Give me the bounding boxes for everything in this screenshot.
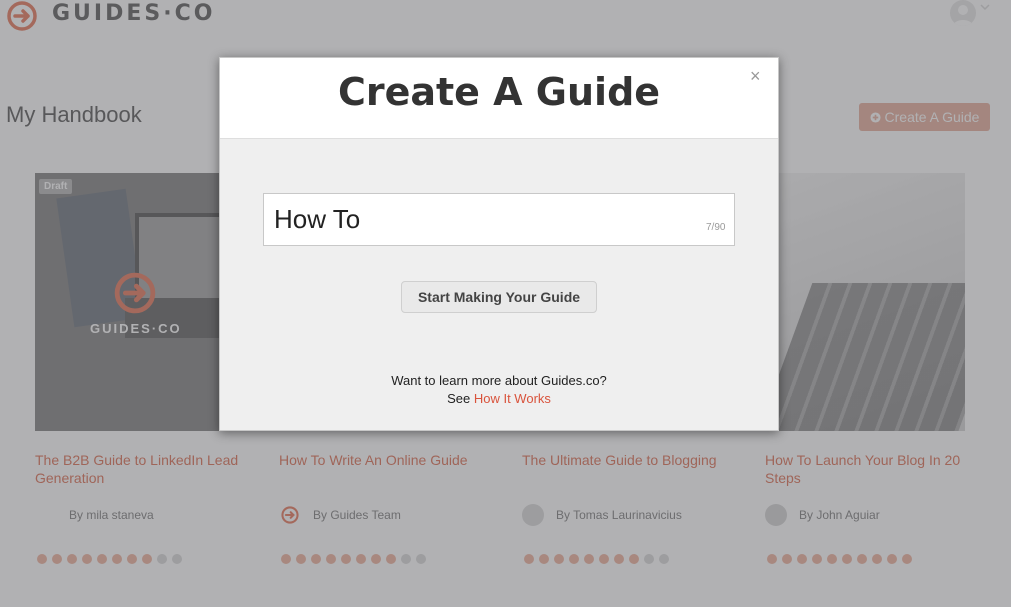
learn-more-text: Want to learn more about Guides.co? See … <box>220 372 778 408</box>
how-it-works-line: See How It Works <box>220 390 778 408</box>
close-icon[interactable]: × <box>750 66 761 87</box>
character-counter: 7/90 <box>706 222 726 233</box>
guide-title-input[interactable] <box>264 194 714 245</box>
create-guide-modal: Create A Guide × 7/90 Start Making Your … <box>219 57 779 431</box>
learn-more-line: Want to learn more about Guides.co? <box>391 373 607 388</box>
see-text: See <box>447 391 471 406</box>
start-making-guide-button[interactable]: Start Making Your Guide <box>401 281 597 313</box>
guide-title-field[interactable]: 7/90 <box>263 193 735 246</box>
modal-title: Create A Guide <box>337 70 661 114</box>
how-it-works-link[interactable]: How It Works <box>474 391 551 406</box>
modal-header: Create A Guide × <box>220 58 778 139</box>
